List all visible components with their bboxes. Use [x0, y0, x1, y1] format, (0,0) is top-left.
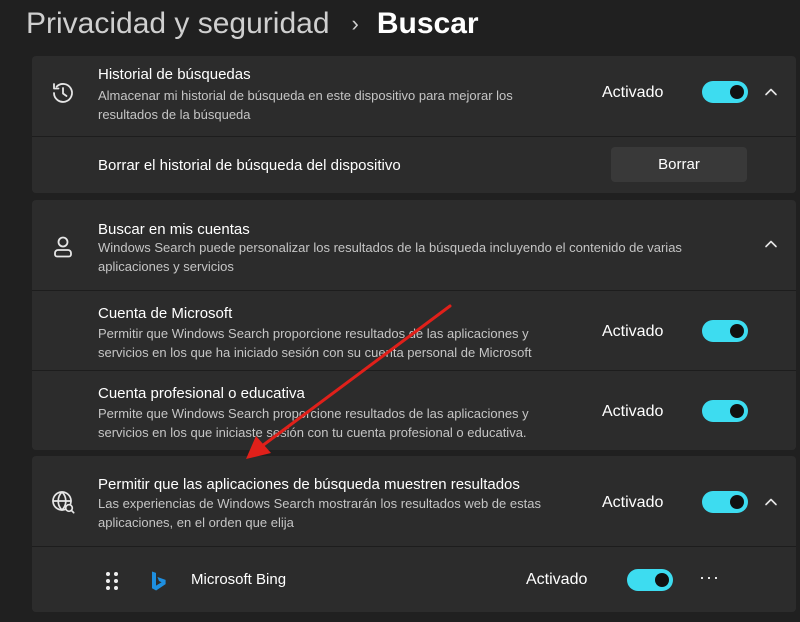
work-account-toggle[interactable]: [702, 400, 748, 422]
search-apps-header[interactable]: Permitir que las aplicaciones de búsqued…: [32, 456, 796, 546]
search-accounts-title: Buscar en mis cuentas: [98, 221, 250, 238]
search-history-description: Almacenar mi historial de búsqueda en es…: [98, 88, 513, 122]
microsoft-account-row: Cuenta de Microsoft Permitir que Windows…: [32, 291, 796, 370]
microsoft-account-title: Cuenta de Microsoft: [98, 305, 233, 322]
list-item: Microsoft Bing Activado ···: [32, 547, 796, 612]
work-account-title: Cuenta profesional o educativa: [98, 385, 305, 402]
toggle-knob: [730, 85, 744, 99]
work-account-state: Activado: [602, 403, 664, 420]
search-accounts-header[interactable]: Buscar en mis cuentas Windows Search pue…: [32, 200, 796, 290]
bing-state: Activado: [526, 571, 588, 588]
chevron-up-icon[interactable]: [763, 236, 779, 252]
more-options-icon[interactable]: ···: [699, 567, 720, 588]
history-icon: [50, 80, 76, 106]
search-accounts-card: Buscar en mis cuentas Windows Search pue…: [32, 200, 796, 450]
search-history-header[interactable]: Historial de búsquedas Almacenar mi hist…: [32, 56, 796, 136]
clear-history-button[interactable]: Borrar: [611, 147, 747, 182]
breadcrumb-parent[interactable]: Privacidad y seguridad: [26, 7, 330, 41]
drag-handle-icon[interactable]: [104, 570, 120, 592]
microsoft-account-description: Permitir que Windows Search proporcione …: [98, 326, 532, 360]
breadcrumb-separator-icon: ›: [351, 11, 359, 36]
page-title: Buscar: [376, 7, 479, 40]
chevron-up-icon[interactable]: [763, 84, 779, 100]
work-account-description: Permite que Windows Search proporcione r…: [98, 406, 529, 440]
microsoft-account-state: Activado: [602, 323, 664, 340]
bing-toggle[interactable]: [627, 569, 673, 591]
bing-logo-icon: [150, 570, 166, 592]
search-history-card: Historial de búsquedas Almacenar mi hist…: [32, 56, 796, 193]
search-history-state: Activado: [602, 84, 664, 101]
clear-history-row: Borrar el historial de búsqueda del disp…: [32, 137, 796, 193]
microsoft-account-toggle[interactable]: [702, 320, 748, 342]
search-apps-card: Permitir que las aplicaciones de búsqued…: [32, 456, 796, 612]
person-icon: [50, 233, 76, 259]
chevron-up-icon[interactable]: [763, 494, 779, 510]
breadcrumb: Privacidad y seguridad › Buscar: [26, 2, 479, 46]
search-apps-description: Las experiencias de Windows Search mostr…: [98, 496, 541, 530]
globe-search-icon: [50, 489, 76, 515]
search-apps-title: Permitir que las aplicaciones de búsqued…: [98, 476, 520, 493]
toggle-knob: [730, 324, 744, 338]
work-account-row: Cuenta profesional o educativa Permite q…: [32, 371, 796, 450]
clear-history-label: Borrar el historial de búsqueda del disp…: [98, 157, 401, 174]
toggle-knob: [730, 404, 744, 418]
search-history-title: Historial de búsquedas: [98, 66, 251, 83]
search-apps-state: Activado: [602, 494, 664, 511]
toggle-knob: [655, 573, 669, 587]
search-accounts-description: Windows Search puede personalizar los re…: [98, 240, 682, 274]
search-history-toggle[interactable]: [702, 81, 748, 103]
bing-name: Microsoft Bing: [191, 571, 287, 588]
toggle-knob: [730, 495, 744, 509]
search-apps-toggle[interactable]: [702, 491, 748, 513]
